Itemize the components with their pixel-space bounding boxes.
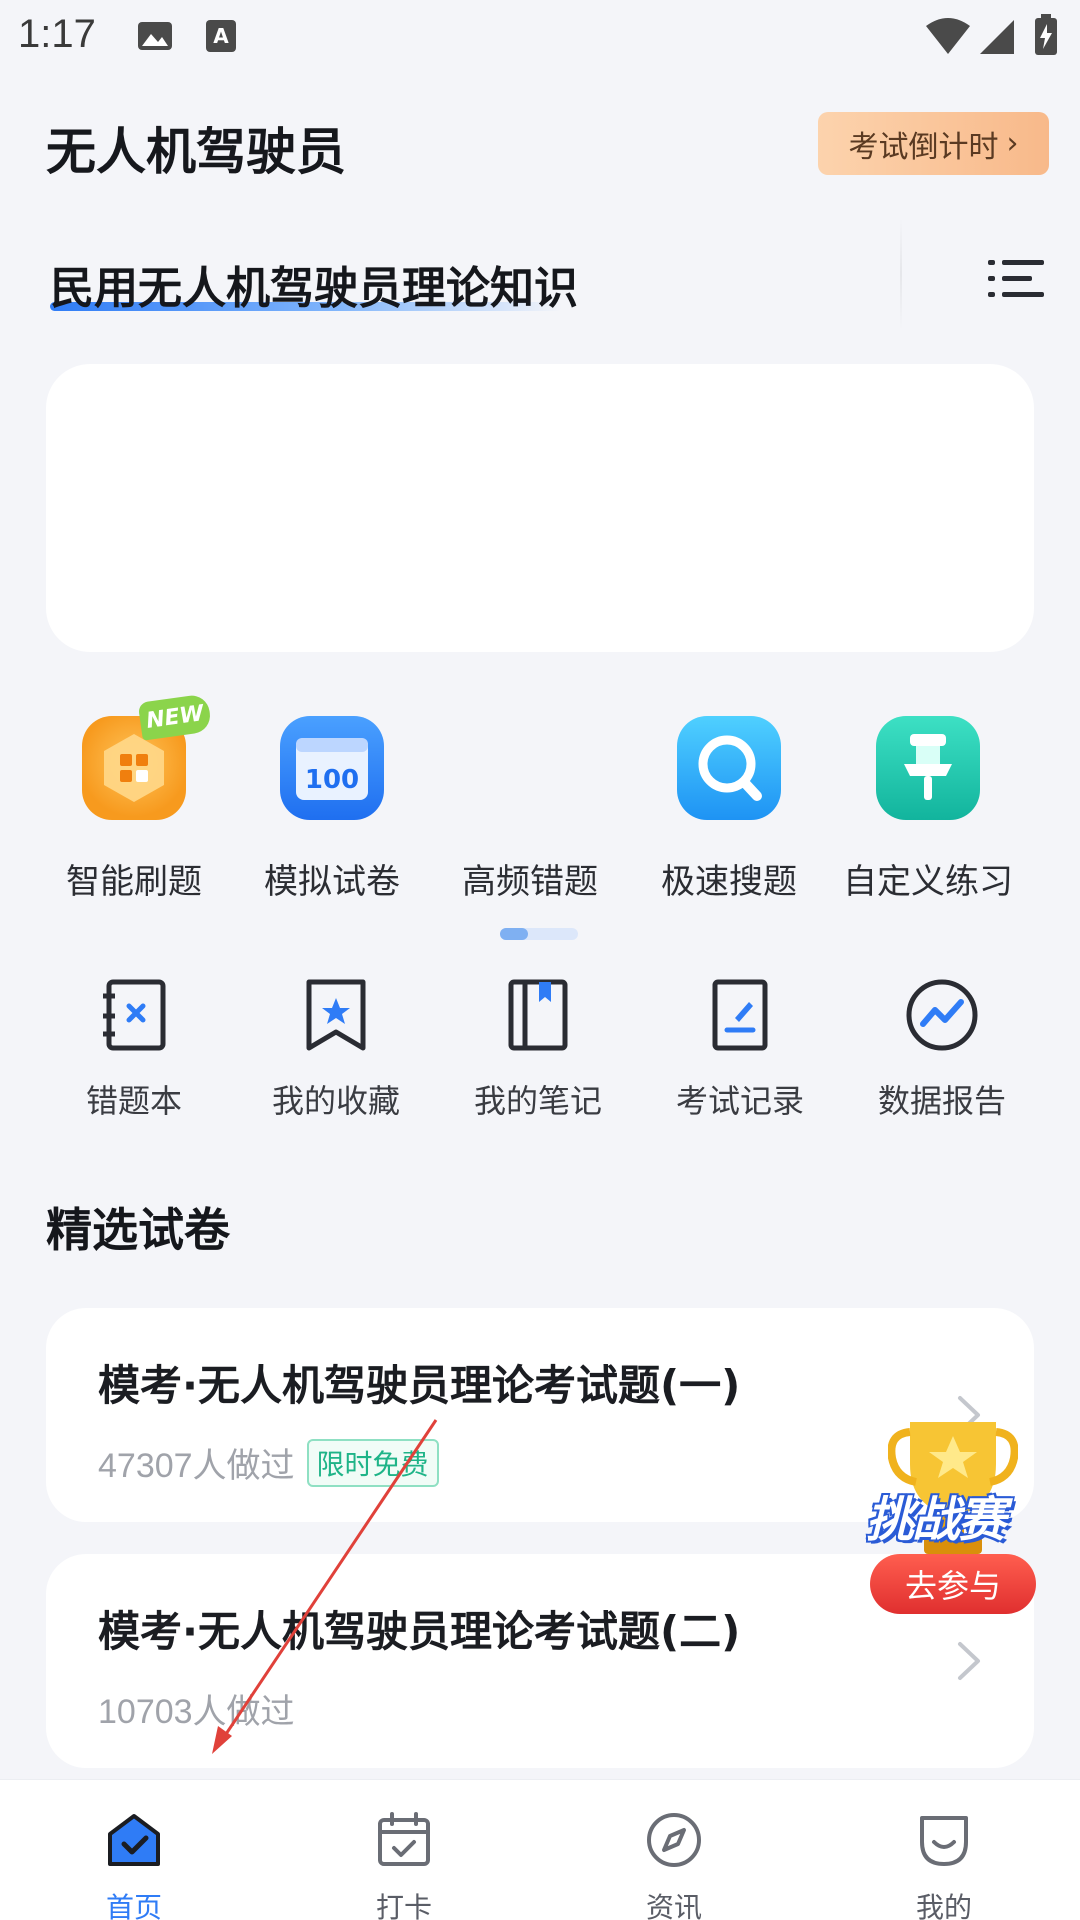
paper-title: 模考·无人机驾驶员理论考试题(二) [98,1607,741,1656]
tool-label: 我的收藏 [271,1082,400,1120]
exam-countdown-button[interactable]: 考试倒计时 › [818,112,1049,175]
paper-attempt-count: 10703人做过 [98,1693,295,1731]
battery-icon [1035,14,1057,55]
signal-icon [980,20,1014,54]
banner-card[interactable] [46,364,1034,652]
tool-favorites[interactable]: 我的收藏 [246,976,426,1122]
bottom-navigation: 首页 打卡 资讯 我的 [0,1779,1080,1920]
smart-practice-icon: NEW [82,693,213,820]
paper-meta: 10703人做过 [98,1684,295,1733]
feature-mock-exam[interactable]: 100 模拟试卷 [242,716,422,903]
compass-icon [647,1813,701,1867]
page-indicator [500,928,578,940]
join-challenge-button[interactable]: 去参与 [870,1554,1036,1614]
feature-frequent-mistakes[interactable]: 高频错题 [440,716,620,903]
paper-attempt-count: 47307人做过 [98,1447,295,1485]
home-icon [108,1814,160,1866]
wifi-icon [926,18,970,54]
section-title: 精选试卷 [46,1203,230,1257]
paper-meta: 47307人做过 限时免费 [98,1438,439,1487]
feature-quick-search[interactable]: 极速搜题 [639,716,819,903]
feature-label: 自定义练习 [843,862,1013,902]
nav-label: 我的 [915,1891,972,1920]
tool-mistake-book[interactable]: 错题本 [44,976,224,1122]
challenge-title: 挑战赛 [866,1492,1006,1548]
new-badge: NEW [137,693,213,741]
app-title: 无人机驾驶员 [46,123,346,181]
custom-practice-icon [876,716,980,820]
divider [900,218,902,330]
mock-exam-number: 100 [305,765,359,795]
mistake-book-icon [103,979,166,1051]
chevron-right-icon: › [1006,126,1019,161]
feature-smart-practice[interactable]: NEW 智能刷题 [44,693,224,903]
bookmark-icon [306,979,366,1051]
tool-label: 错题本 [85,1082,182,1120]
countdown-label: 考试倒计时 [848,129,999,165]
feature-custom-practice[interactable]: 自定义练习 [838,716,1018,903]
feature-label: 极速搜题 [661,862,797,902]
data-report-icon [906,979,978,1051]
text-notification-icon: A [206,20,236,52]
nav-label: 资讯 [645,1891,702,1920]
page-indicator-active [500,928,528,940]
nav-home[interactable]: 首页 [64,1810,204,1920]
free-badge: 限时免费 [306,1438,439,1487]
mock-exam-icon: 100 [280,716,384,820]
tool-exam-records[interactable]: 考试记录 [650,976,830,1122]
profile-icon [920,1816,968,1866]
subject-title[interactable]: 民用无人机驾驶员理论知识 [50,252,578,316]
status-time: 1:17 [18,12,96,56]
tool-data-report[interactable]: 数据报告 [852,976,1032,1122]
frequent-mistakes-icon [478,716,582,820]
svg-text:A: A [213,24,229,48]
image-notification-icon [138,22,172,50]
list-menu-icon[interactable] [988,256,1044,302]
tool-notes[interactable]: 我的笔记 [448,976,628,1122]
tool-label: 数据报告 [877,1082,1006,1120]
chevron-right-icon [958,1642,980,1680]
challenge-floater[interactable]: 挑战赛 去参与 [862,1412,1040,1616]
exam-record-icon [712,979,768,1051]
nav-news[interactable]: 资讯 [604,1810,744,1920]
paper-title: 模考·无人机驾驶员理论考试题(一) [98,1361,741,1410]
status-bar: 1:17 A [0,0,1080,72]
nav-profile[interactable]: 我的 [874,1810,1014,1920]
nav-check-in[interactable]: 打卡 [334,1810,474,1920]
feature-label: 智能刷题 [66,862,202,902]
calendar-check-icon [378,1812,430,1866]
notebook-icon [508,979,568,1051]
tool-label: 我的笔记 [473,1082,602,1120]
nav-label: 首页 [105,1891,162,1920]
quick-search-icon [677,716,781,820]
nav-label: 打卡 [375,1891,432,1920]
tool-label: 考试记录 [675,1082,804,1120]
feature-label: 模拟试卷 [264,862,400,902]
feature-label: 高频错题 [462,862,598,902]
